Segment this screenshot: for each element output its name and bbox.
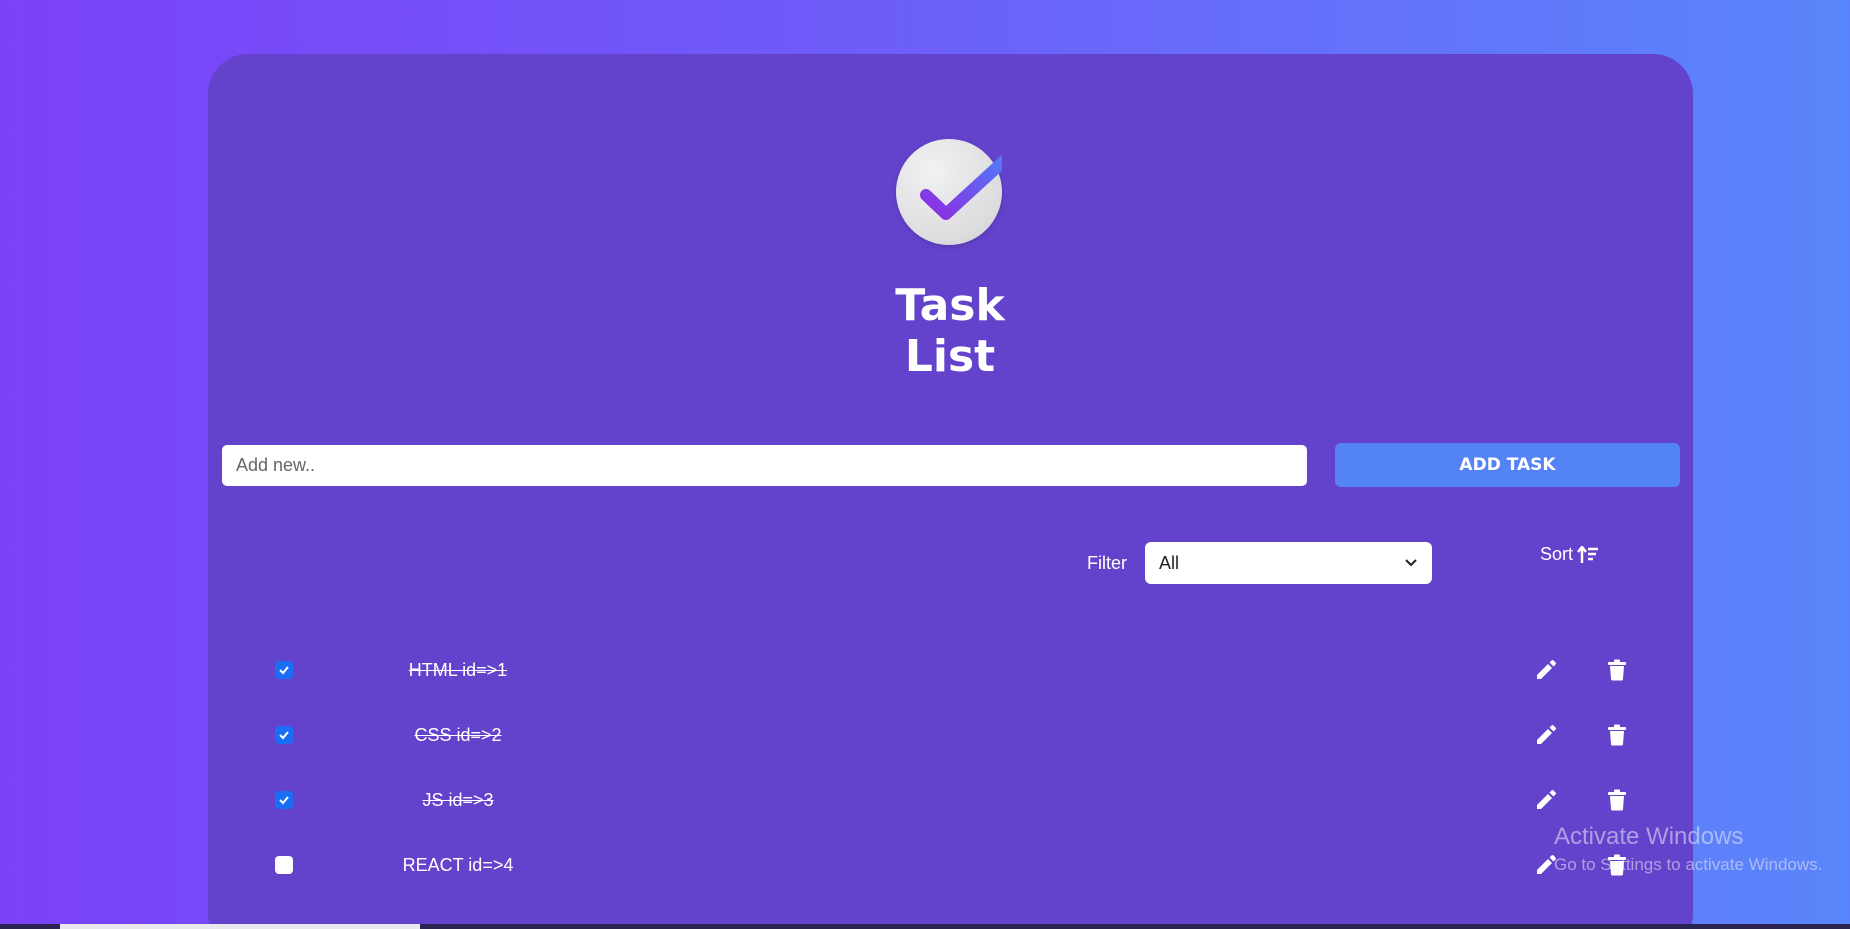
checkmark-icon <box>279 731 289 740</box>
sort-button[interactable]: Sort <box>1540 544 1599 565</box>
filter-selected-value: All <box>1159 552 1180 573</box>
chevron-down-icon <box>1405 559 1417 567</box>
task-row: HTML id=>1 <box>208 650 1693 690</box>
sort-ascending-icon <box>1577 545 1599 563</box>
new-task-input[interactable] <box>222 445 1307 486</box>
task-checkbox[interactable] <box>275 726 293 744</box>
trash-icon[interactable] <box>1607 724 1627 746</box>
add-task-button[interactable]: ADD TASK <box>1335 443 1680 487</box>
watermark-title: Activate Windows <box>1554 823 1744 850</box>
edit-pencil-icon[interactable] <box>1535 724 1557 746</box>
task-text: JS id=>3 <box>422 790 494 810</box>
check-circle-icon <box>896 139 1002 245</box>
task-row: JS id=>3 <box>208 780 1693 820</box>
filter-label: Filter <box>1087 553 1127 573</box>
checkmark-icon <box>279 796 289 805</box>
task-text: CSS id=>2 <box>414 725 502 745</box>
edit-pencil-icon[interactable] <box>1535 789 1557 811</box>
trash-icon[interactable] <box>1607 659 1627 681</box>
edit-pencil-icon[interactable] <box>1535 659 1557 681</box>
watermark-subtitle: Go to Settings to activate Windows. <box>1554 855 1823 874</box>
task-text: HTML id=>1 <box>408 660 508 680</box>
checkmark-icon <box>279 666 289 675</box>
sort-label: Sort <box>1540 544 1574 564</box>
task-text: REACT id=>4 <box>402 855 514 875</box>
task-checkbox[interactable] <box>275 856 293 874</box>
taskbar-active-item[interactable] <box>60 924 420 929</box>
task-row: CSS id=>2 <box>208 715 1693 755</box>
task-checkbox[interactable] <box>275 791 293 809</box>
filter-select[interactable]: All <box>1145 542 1432 584</box>
activate-windows-watermark: Activate Windows Go to Settings to activ… <box>1554 823 1822 875</box>
task-row: REACT id=>4 <box>208 845 1693 885</box>
page-title: Task List <box>895 280 1005 382</box>
task-checkbox[interactable] <box>275 661 293 679</box>
trash-icon[interactable] <box>1607 789 1627 811</box>
